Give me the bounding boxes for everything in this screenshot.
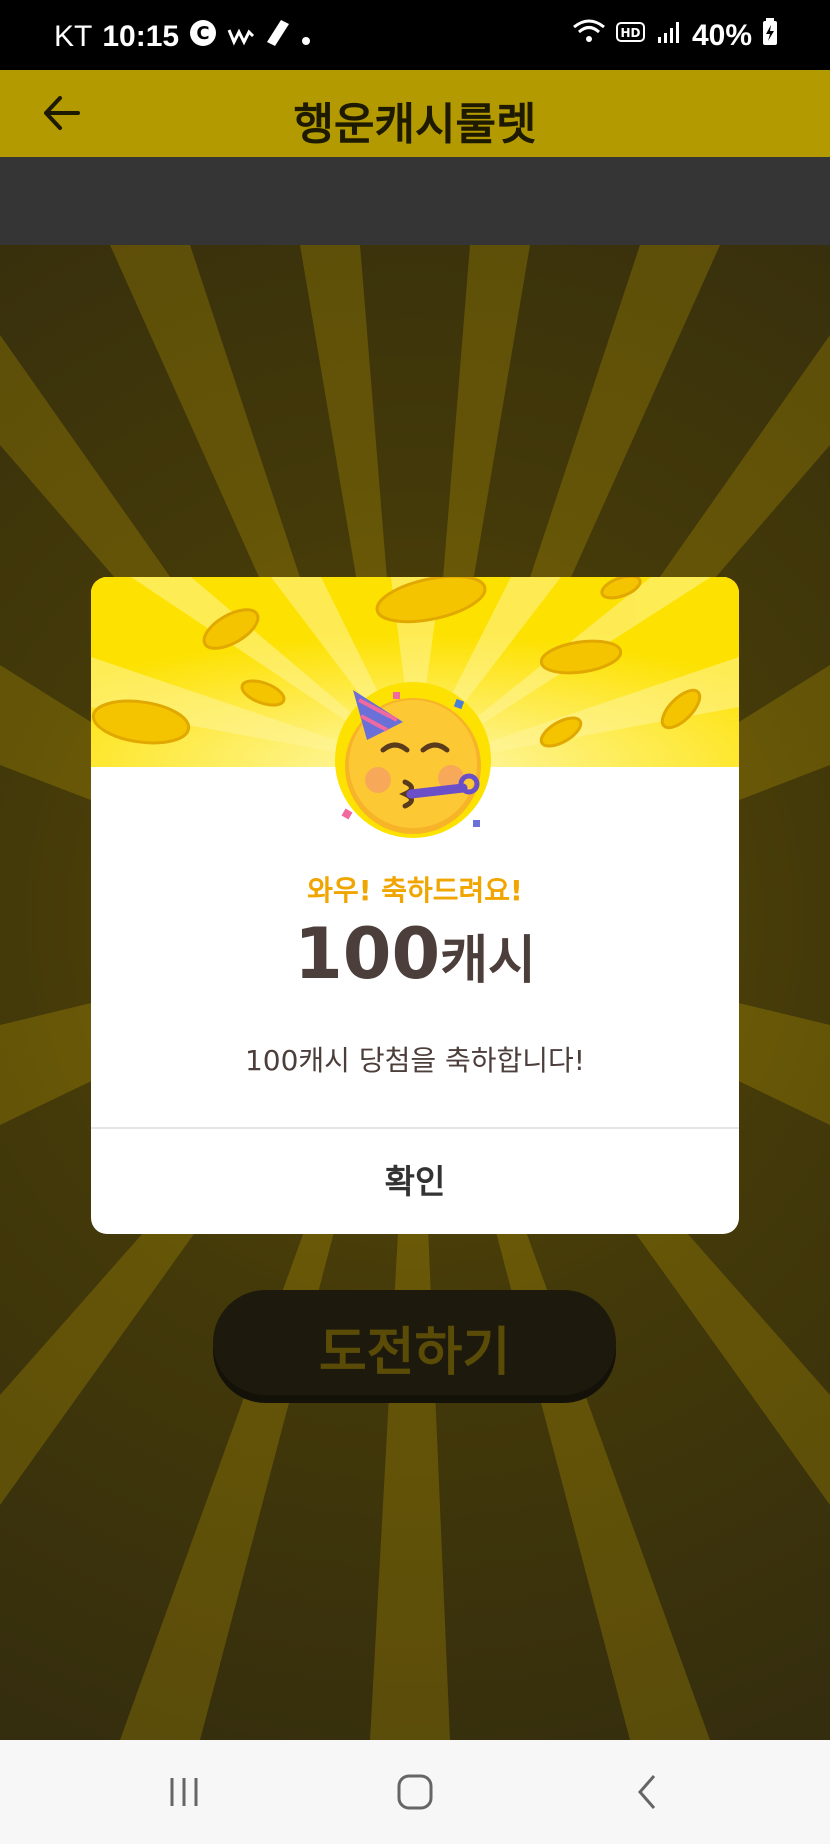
recent-apps-icon xyxy=(170,1778,198,1806)
hd-voice-icon: HD xyxy=(615,19,646,53)
congrats-headline: 와우! 축하드려요! xyxy=(307,874,523,907)
home-icon xyxy=(397,1774,433,1810)
system-nav-bar xyxy=(0,1740,830,1844)
status-bar: KT 10:15 C HD 40% xyxy=(0,0,830,70)
battery-percent: 40% xyxy=(691,19,752,52)
sub-banner-area xyxy=(0,157,830,245)
nav-back-button[interactable] xyxy=(628,1772,668,1812)
c-app-icon: C xyxy=(189,19,217,55)
prize-amount: 100캐시 xyxy=(91,913,739,995)
app-header: 행운캐시룰렛 xyxy=(0,70,830,157)
home-button[interactable] xyxy=(395,1772,435,1812)
party-face-icon xyxy=(335,682,491,838)
chevron-left-icon xyxy=(638,1775,656,1809)
recent-apps-button[interactable] xyxy=(164,1772,204,1812)
svg-text:HD: HD xyxy=(620,26,640,40)
prize-dialog: 와우! 축하드려요! 100캐시 100캐시 당첨을 축하합니다! 확인 xyxy=(91,577,739,1234)
runner-app-icon xyxy=(265,18,291,56)
prize-amount-number: 100 xyxy=(294,913,441,995)
prize-amount-unit: 캐시 xyxy=(440,931,536,991)
notification-dot-icon xyxy=(301,20,311,54)
page-title: 행운캐시룰렛 xyxy=(293,99,537,150)
battery-charging-icon xyxy=(762,18,778,54)
svg-text:C: C xyxy=(196,23,209,44)
challenge-button[interactable]: 도전하기 xyxy=(213,1290,616,1395)
confirm-button[interactable]: 확인 xyxy=(91,1129,739,1234)
wifi-icon xyxy=(572,18,606,54)
carrier-label: KT xyxy=(54,20,93,53)
clock: 10:15 xyxy=(102,20,180,53)
signal-icon xyxy=(656,19,682,53)
prize-message: 100캐시 당첨을 축하합니다! xyxy=(244,1044,586,1077)
challenge-button-label: 도전하기 xyxy=(318,1323,511,1383)
wave-app-icon xyxy=(227,20,255,54)
